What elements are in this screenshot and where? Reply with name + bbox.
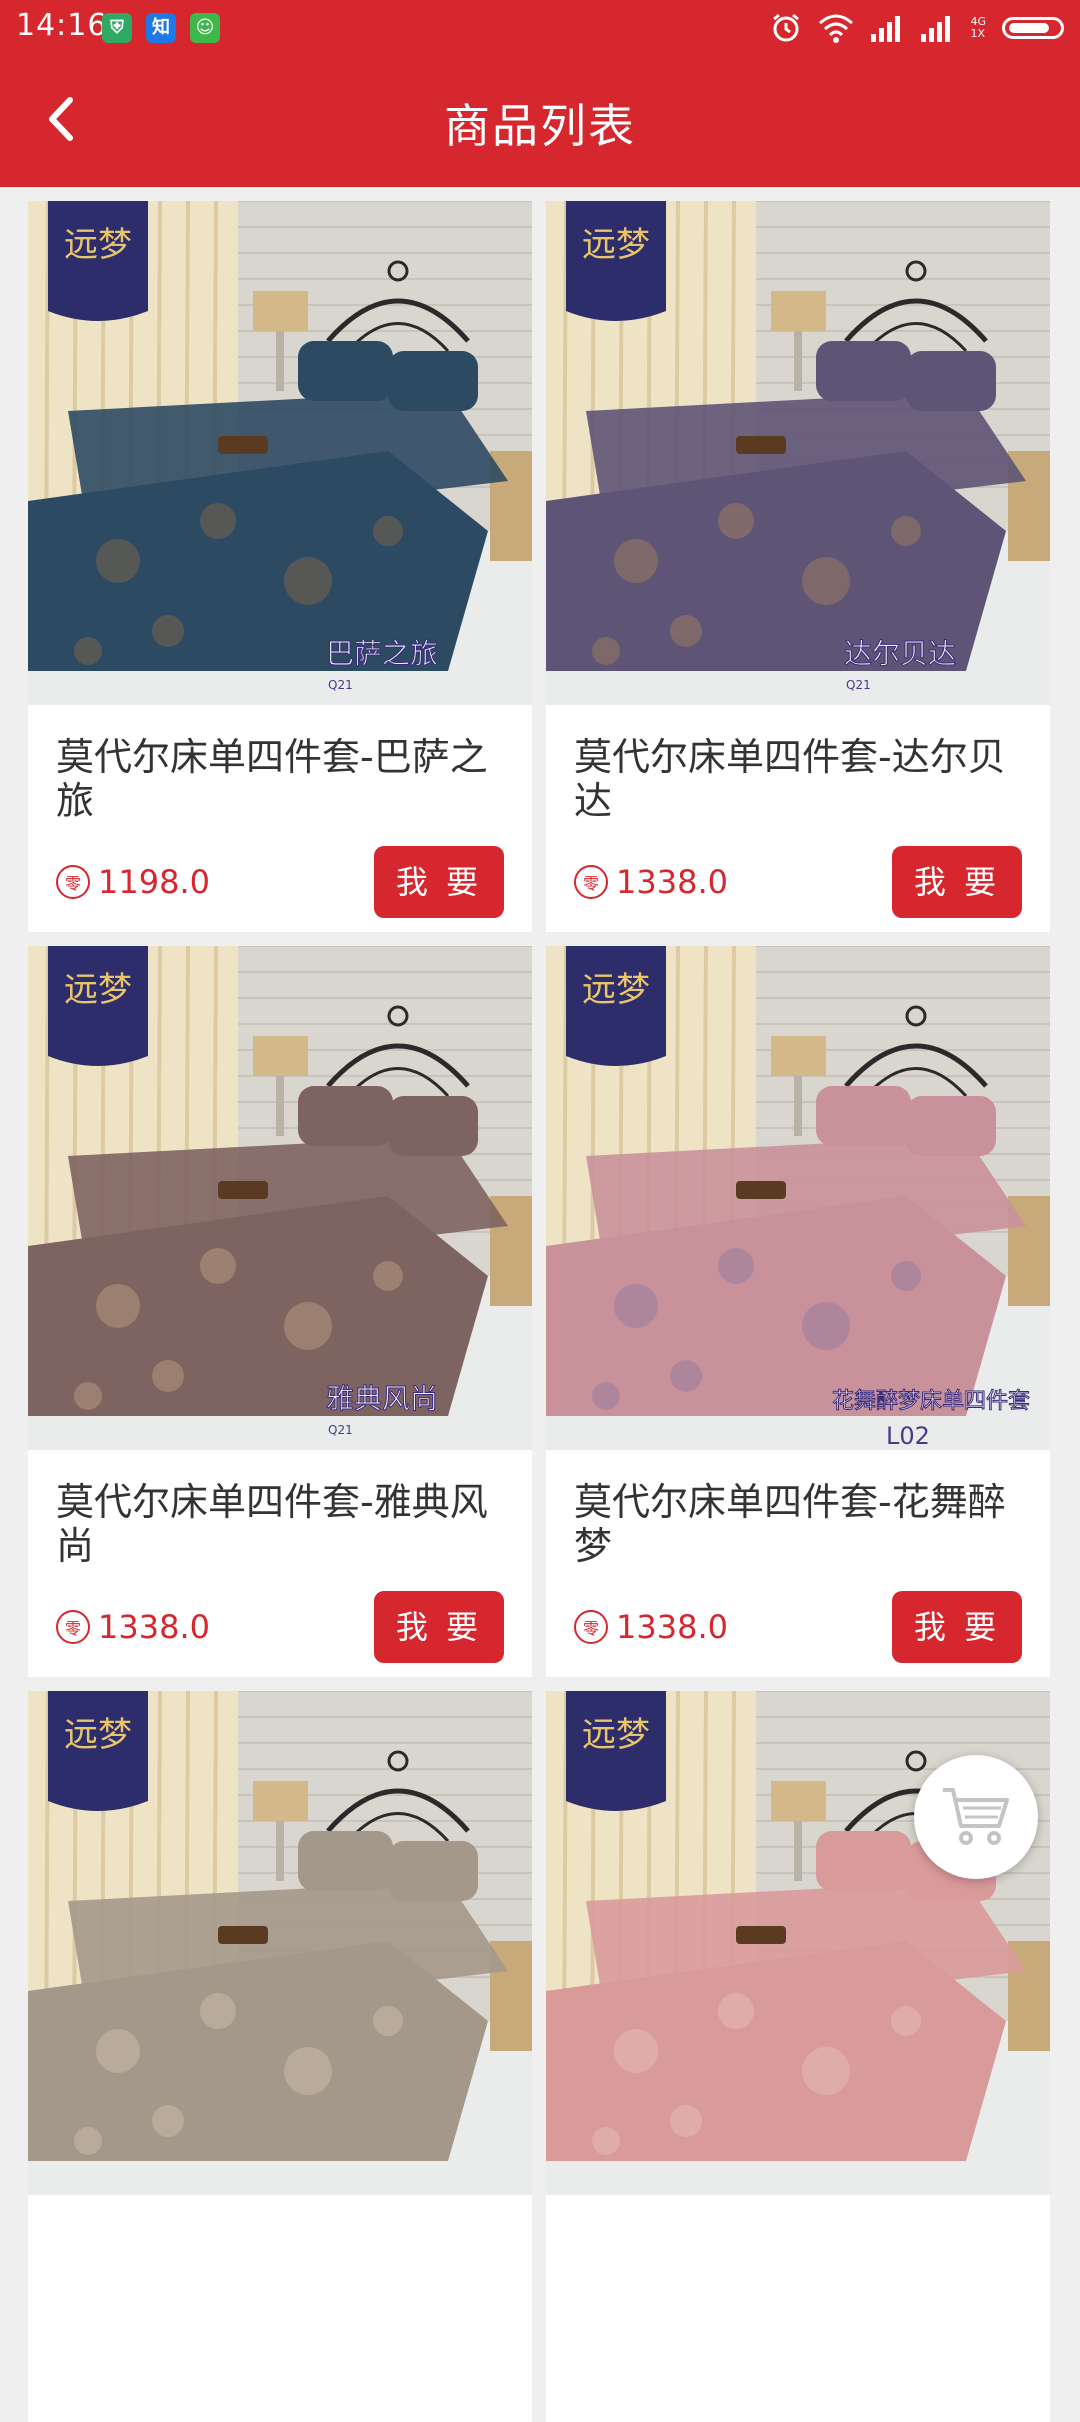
buy-button[interactable]: 我 要: [892, 1591, 1022, 1663]
image-caption: 达尔贝达: [844, 637, 956, 670]
cart-button[interactable]: [914, 1755, 1038, 1879]
product-card[interactable]: 远梦 巴萨之旅 Q21 莫代尔床单四件套-巴萨之旅 零 1198.0 我 要: [28, 201, 532, 932]
page-title: 商品列表: [444, 99, 636, 153]
battery-icon: [1002, 17, 1064, 39]
product-image-wrap[interactable]: 远梦: [28, 1691, 532, 2195]
product-card[interactable]: 远梦 达尔贝达 Q21 莫代尔床单四件套-达尔贝达 零 1338.0 我 要: [546, 201, 1050, 932]
product-image-wrap[interactable]: 远梦 巴萨之旅 Q21: [28, 201, 532, 705]
product-name: 莫代尔床单四件套-达尔贝达: [574, 735, 1006, 823]
product-price: 零 1338.0: [574, 863, 728, 901]
status-bar: 14:16 ⛨ 知 ☺ 4G 1X: [0, 0, 1080, 56]
product-name: 莫代尔床单四件套-巴萨之旅: [56, 735, 488, 823]
zhihu-app-icon: 知: [146, 13, 176, 43]
product-card[interactable]: 远梦 雅典风尚 Q21 莫代尔床单四件套-雅典风尚 零 1338.0 我 要: [28, 946, 532, 1677]
status-time: 14:16: [16, 8, 108, 43]
price-icon: 零: [56, 1610, 90, 1644]
product-name: 莫代尔床单四件套-雅典风尚: [56, 1480, 488, 1568]
product-card[interactable]: 远梦: [28, 1691, 532, 2422]
wifi-icon: [819, 14, 854, 43]
image-caption: 巴萨之旅: [326, 637, 438, 670]
network-type: 4G 1X: [970, 15, 986, 40]
android-app-icon: ☺: [190, 13, 220, 43]
brand-logo-text: 远梦: [582, 1715, 650, 1755]
product-image-wrap[interactable]: 远梦 花舞醉梦床单四件套 L02: [546, 946, 1050, 1450]
product-price: 零 1338.0: [56, 1608, 210, 1646]
product-image: 远梦 达尔贝达 Q21: [546, 201, 1050, 705]
price-value: 1338.0: [98, 1608, 210, 1646]
brand-logo-text: 远梦: [582, 225, 650, 265]
buy-button[interactable]: 我 要: [374, 846, 504, 918]
image-code: Q21: [328, 678, 353, 692]
product-image: 远梦 花舞醉梦床单四件套 L02: [546, 946, 1050, 1450]
image-caption: 雅典风尚: [326, 1382, 438, 1415]
price-value: 1338.0: [616, 1608, 728, 1646]
app-bar: 商品列表: [0, 56, 1080, 187]
brand-logo-text: 远梦: [64, 970, 132, 1010]
image-code: L02: [886, 1422, 930, 1450]
signal-icon: [871, 16, 901, 42]
brand-logo-text: 远梦: [64, 225, 132, 265]
brand-logo-text: 远梦: [64, 1715, 132, 1755]
product-image-wrap[interactable]: 远梦 雅典风尚 Q21: [28, 946, 532, 1450]
product-grid: 远梦 巴萨之旅 Q21 莫代尔床单四件套-巴萨之旅 零 1198.0 我 要 远…: [28, 201, 1052, 2422]
product-name: 莫代尔床单四件套-花舞醉梦: [574, 1480, 1006, 1568]
image-code: Q21: [846, 678, 871, 692]
product-image-wrap[interactable]: 远梦 达尔贝达 Q21: [546, 201, 1050, 705]
price-icon: 零: [574, 1610, 608, 1644]
product-image: 远梦 雅典风尚 Q21: [28, 946, 532, 1450]
product-price: 零 1338.0: [574, 1608, 728, 1646]
buy-button[interactable]: 我 要: [892, 846, 1022, 918]
shield-app-icon: ⛨: [102, 13, 132, 43]
image-caption: 花舞醉梦床单四件套: [832, 1389, 1030, 1414]
price-value: 1198.0: [98, 863, 210, 901]
product-card[interactable]: 远梦 花舞醉梦床单四件套 L02 莫代尔床单四件套-花舞醉梦 零 1338.0 …: [546, 946, 1050, 1677]
shopping-cart-icon: [943, 1788, 1009, 1845]
product-image: 远梦 巴萨之旅 Q21: [28, 201, 532, 705]
price-icon: 零: [574, 865, 608, 899]
price-icon: 零: [56, 865, 90, 899]
product-image: 远梦: [28, 1691, 532, 2195]
price-value: 1338.0: [616, 863, 728, 901]
signal-icon-2: [921, 16, 951, 42]
product-price: 零 1198.0: [56, 863, 210, 901]
image-code: Q21: [328, 1423, 353, 1437]
alarm-icon: [773, 13, 800, 42]
brand-logo-text: 远梦: [582, 970, 650, 1010]
status-indicators: 4G 1X: [770, 10, 1064, 46]
buy-button[interactable]: 我 要: [374, 1591, 504, 1663]
